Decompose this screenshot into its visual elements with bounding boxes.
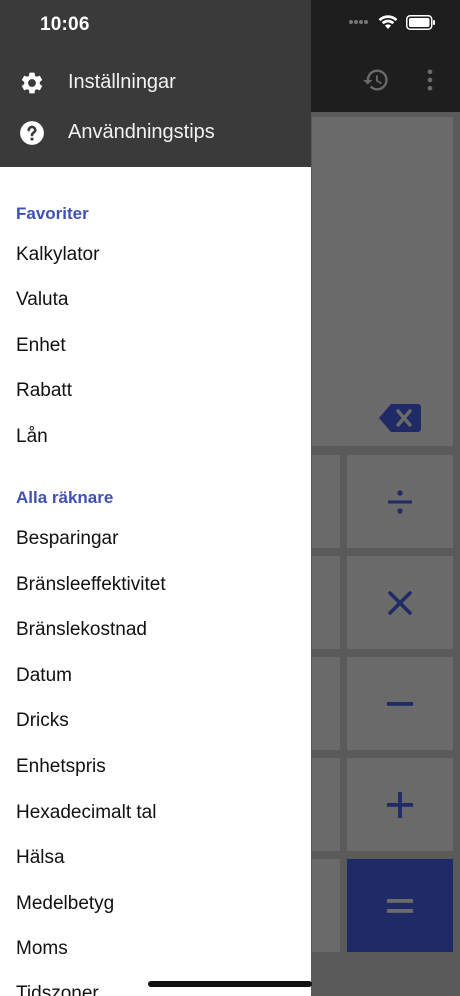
- digit-key[interactable]: [312, 455, 340, 548]
- menu-item-enhetspris[interactable]: Enhetspris: [16, 753, 296, 781]
- home-indicator[interactable]: [148, 981, 312, 987]
- equals-key[interactable]: [347, 859, 453, 952]
- battery-icon: [406, 14, 435, 30]
- menu-item-bransleeffektivitet[interactable]: Bränsleeffektivitet: [16, 571, 296, 599]
- backspace-icon[interactable]: [379, 402, 421, 434]
- equals-icon: [387, 898, 413, 913]
- menu-item-halsa[interactable]: Hälsa: [16, 844, 296, 872]
- status-time: 10:06: [40, 14, 90, 35]
- menu-item-branslekostnad[interactable]: Bränslekostnad: [16, 616, 296, 644]
- menu-item-kalkylator[interactable]: Kalkylator: [16, 241, 296, 269]
- help-icon: [20, 121, 44, 145]
- drawer-header: 10:06 Inställningar Användningstips: [0, 0, 311, 167]
- plus-key[interactable]: [347, 758, 453, 851]
- menu-item-datum[interactable]: Datum: [16, 662, 296, 690]
- multiply-icon: [388, 590, 412, 615]
- usage-tips-label: Användningstips: [68, 121, 215, 143]
- navigation-drawer: 10:06 Inställningar Användningstips Favo…: [0, 0, 311, 996]
- digit-key[interactable]: [312, 556, 340, 649]
- menu-item-lan[interactable]: Lån: [16, 423, 296, 451]
- signal-icon: [349, 20, 368, 24]
- minus-key[interactable]: [347, 657, 453, 750]
- menu-item-medelbetyg[interactable]: Medelbetyg: [16, 890, 296, 918]
- digit-key[interactable]: [312, 657, 340, 750]
- wifi-icon: [378, 15, 398, 29]
- menu-item-hexadecimalt-tal[interactable]: Hexadecimalt tal: [16, 799, 296, 827]
- divide-icon: [388, 489, 412, 514]
- usage-tips-item[interactable]: Användningstips: [0, 112, 311, 152]
- menu-item-moms[interactable]: Moms: [16, 935, 296, 963]
- more-options-icon[interactable]: [416, 66, 444, 94]
- menu-item-dricks[interactable]: Dricks: [16, 707, 296, 735]
- divide-key[interactable]: [347, 455, 453, 548]
- gear-icon: [21, 72, 43, 94]
- menu-item-rabatt[interactable]: Rabatt: [16, 377, 296, 405]
- digit-key[interactable]: [312, 859, 340, 952]
- minus-icon: [387, 701, 413, 706]
- favorites-section-title: Favoriter: [16, 204, 89, 223]
- menu-item-valuta[interactable]: Valuta: [16, 286, 296, 314]
- all-calculators-section-title: Alla räknare: [16, 488, 114, 507]
- settings-label: Inställningar: [68, 71, 176, 93]
- status-icons: [348, 14, 436, 30]
- menu-item-enhet[interactable]: Enhet: [16, 332, 296, 360]
- digit-key[interactable]: [312, 758, 340, 851]
- calculator-display: [312, 117, 453, 446]
- history-icon[interactable]: [362, 66, 390, 94]
- menu-item-besparingar[interactable]: Besparingar: [16, 525, 296, 553]
- settings-item[interactable]: Inställningar: [0, 62, 311, 102]
- plus-icon: [387, 791, 413, 818]
- multiply-key[interactable]: [347, 556, 453, 649]
